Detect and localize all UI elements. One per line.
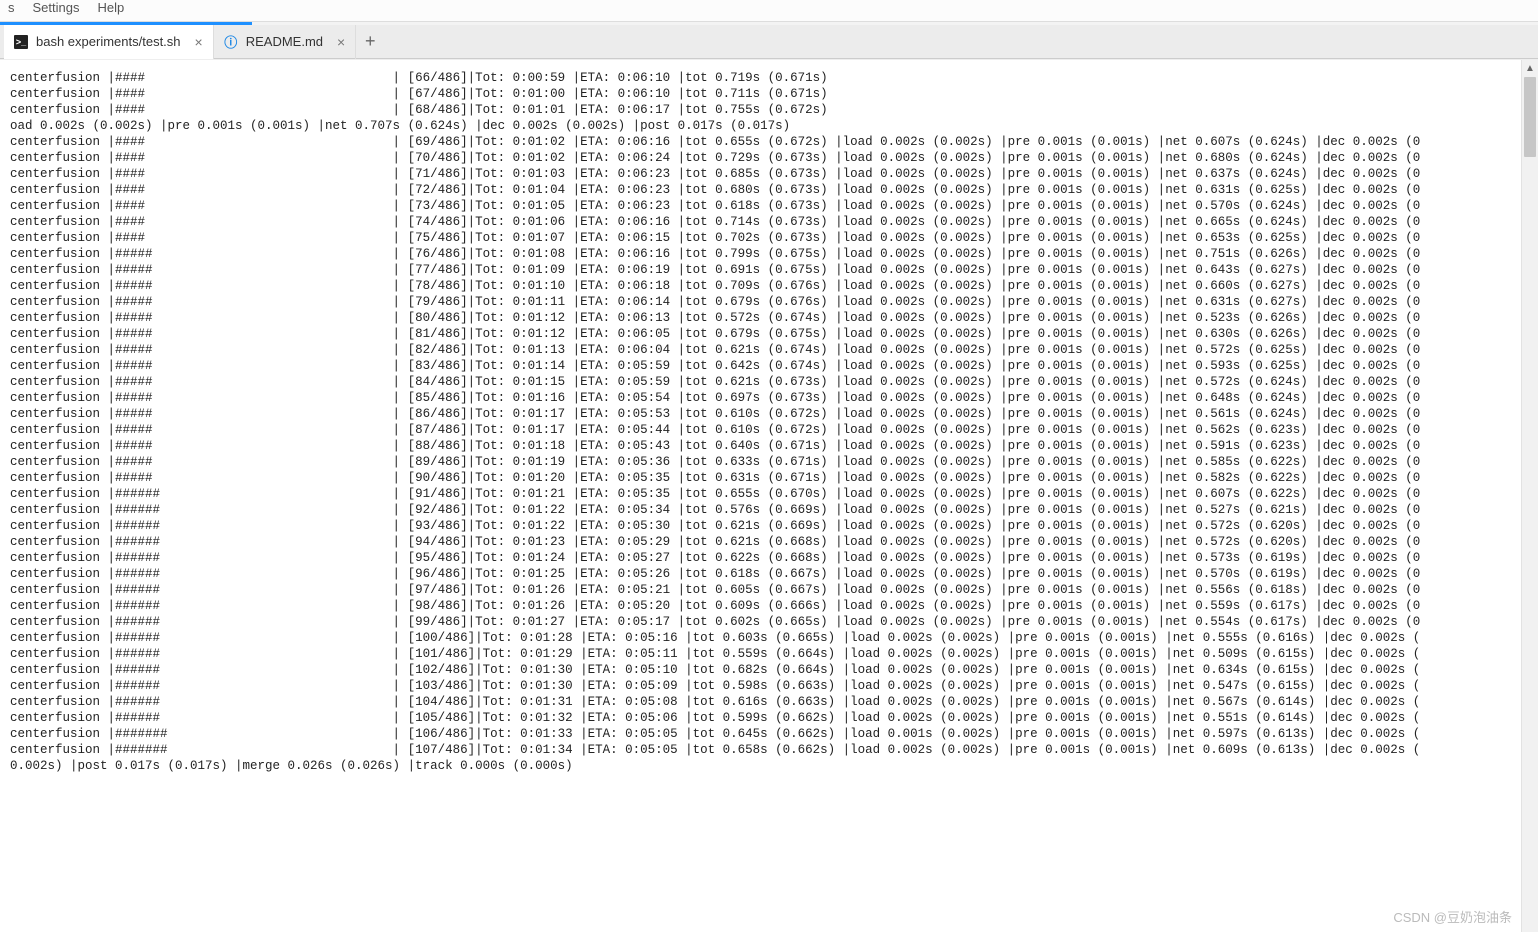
menu-bar: s Settings Help bbox=[0, 0, 1538, 22]
terminal-output[interactable]: centerfusion |#### | [66/486]|Tot: 0:00:… bbox=[0, 60, 1538, 780]
tab-terminal[interactable]: >_ bash experiments/test.sh × bbox=[4, 25, 214, 59]
scroll-thumb[interactable] bbox=[1524, 77, 1536, 157]
tab-label: bash experiments/test.sh bbox=[36, 34, 181, 49]
info-icon: ⓘ bbox=[224, 35, 238, 49]
menu-item-help[interactable]: Help bbox=[97, 0, 124, 15]
tab-bar: >_ bash experiments/test.sh × ⓘ README.m… bbox=[0, 25, 1538, 59]
new-tab-button[interactable]: + bbox=[356, 31, 384, 52]
tab-readme[interactable]: ⓘ README.md × bbox=[214, 25, 356, 59]
menu-item[interactable]: s bbox=[8, 0, 15, 15]
close-icon[interactable]: × bbox=[331, 34, 345, 50]
terminal-icon: >_ bbox=[14, 35, 28, 49]
scrollbar[interactable]: ▲ bbox=[1521, 60, 1538, 932]
tab-label: README.md bbox=[246, 34, 323, 49]
terminal-pane: centerfusion |#### | [66/486]|Tot: 0:00:… bbox=[0, 59, 1538, 932]
watermark: CSDN @豆奶泡油条 bbox=[1393, 907, 1512, 926]
close-icon[interactable]: × bbox=[189, 34, 203, 50]
menu-item-settings[interactable]: Settings bbox=[33, 0, 80, 15]
scroll-up-icon[interactable]: ▲ bbox=[1522, 60, 1538, 77]
